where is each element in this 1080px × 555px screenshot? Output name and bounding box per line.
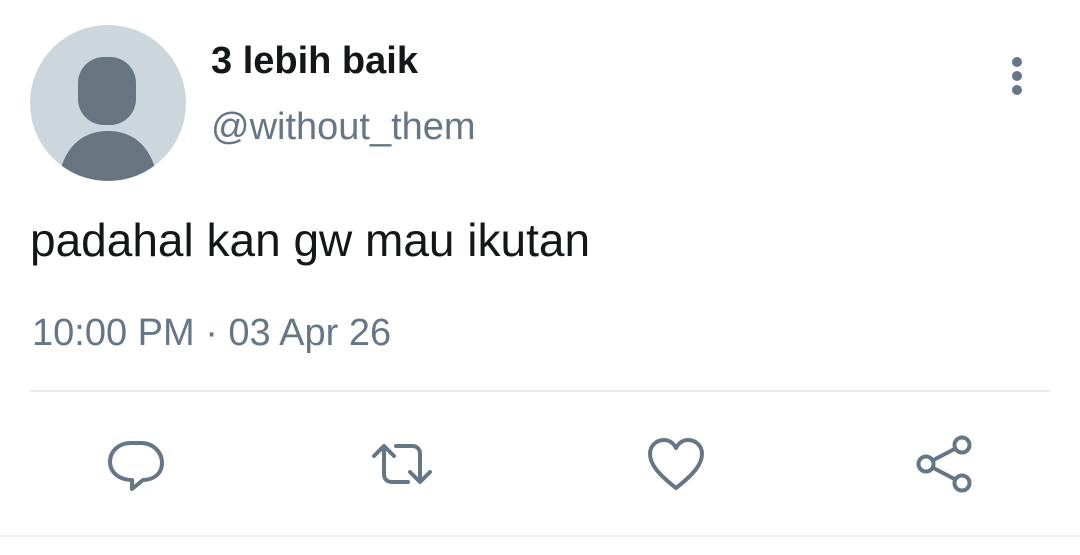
reply-icon	[108, 441, 164, 491]
user-handle[interactable]: @without_them	[211, 104, 476, 150]
tweet-card: 3 lebih baik @without_them padahal kan g…	[0, 0, 1080, 555]
retweet-icon	[372, 444, 432, 484]
more-vertical-icon	[1012, 57, 1022, 95]
avatar[interactable]	[30, 25, 186, 181]
tweet-text: padahal kan gw mau ikutan	[30, 214, 591, 266]
more-options-button[interactable]	[998, 52, 1036, 100]
display-name[interactable]: 3 lebih baik	[211, 38, 418, 84]
heart-icon	[648, 438, 704, 490]
divider	[30, 390, 1050, 392]
retweet-button[interactable]	[370, 432, 434, 496]
bottom-border	[0, 535, 1080, 537]
tweet-timestamp: 10:00 PM · 03 Apr 26	[32, 312, 392, 354]
share-icon	[916, 435, 972, 493]
like-button[interactable]	[644, 432, 708, 496]
default-avatar-icon	[58, 57, 158, 181]
reply-button[interactable]	[104, 432, 168, 496]
share-button[interactable]	[912, 432, 976, 496]
